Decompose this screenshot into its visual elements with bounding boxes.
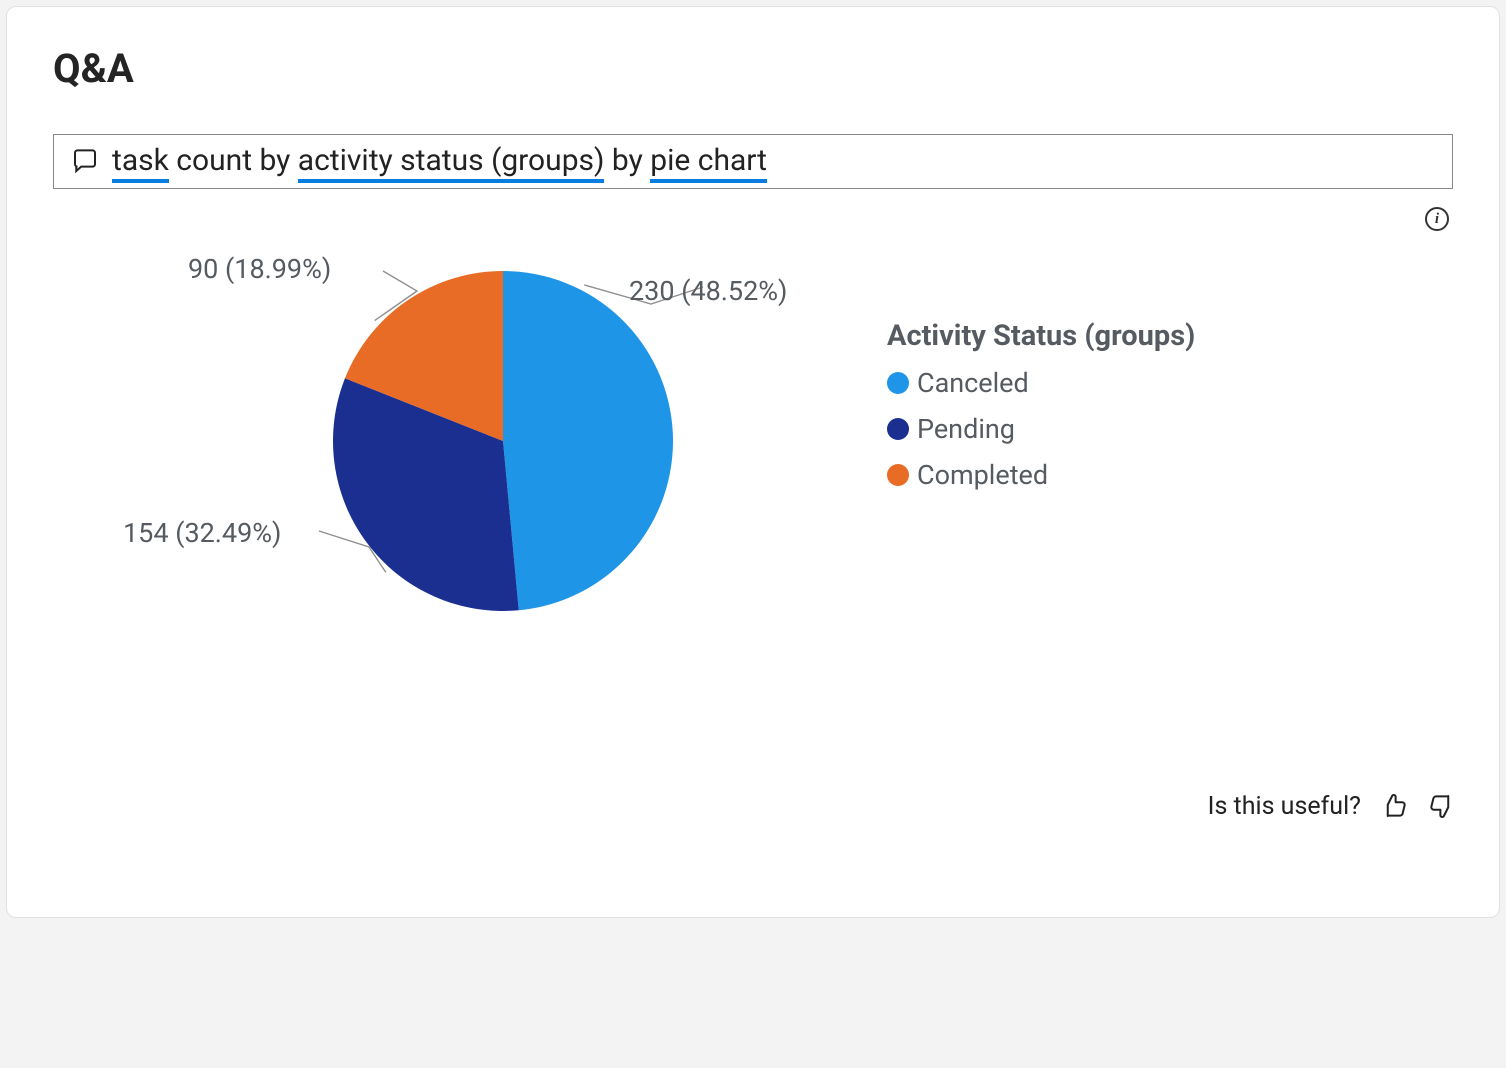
qa-token-task: task: [112, 143, 169, 183]
feedback-bar: Is this useful?: [1208, 791, 1457, 821]
legend-swatch: [887, 464, 909, 486]
legend-label: Pending: [917, 413, 1015, 445]
qa-token-charttype: pie chart: [650, 143, 767, 183]
slice-label-completed: 90 (18.99%): [188, 253, 331, 285]
legend-swatch: [887, 372, 909, 394]
pie-chart: 230 (48.52%) 154 (32.49%) 90 (18.99%) Ac…: [53, 231, 1453, 691]
chat-icon: [70, 146, 100, 176]
pie-slice-canceled[interactable]: [503, 271, 673, 610]
legend: Activity Status (groups) Canceled Pending…: [887, 319, 1195, 505]
legend-swatch: [887, 418, 909, 440]
thumbs-down-button[interactable]: [1427, 791, 1457, 821]
qa-query-input[interactable]: task count by activity status (groups) b…: [53, 134, 1453, 189]
qa-query-text: task count by activity status (groups) b…: [112, 143, 767, 178]
qa-token-group: activity status (groups): [298, 143, 605, 183]
legend-item-completed[interactable]: Completed: [887, 459, 1195, 491]
thumbs-up-button[interactable]: [1379, 791, 1409, 821]
page-title: Q&A: [53, 45, 1453, 92]
legend-item-pending[interactable]: Pending: [887, 413, 1195, 445]
legend-label: Completed: [917, 459, 1048, 491]
feedback-prompt: Is this useful?: [1208, 792, 1361, 821]
legend-title: Activity Status (groups): [887, 319, 1195, 353]
slice-label-canceled: 230 (48.52%): [629, 275, 787, 307]
legend-item-canceled[interactable]: Canceled: [887, 367, 1195, 399]
info-icon[interactable]: i: [1425, 207, 1449, 231]
slice-label-pending: 154 (32.49%): [123, 517, 281, 549]
legend-label: Canceled: [917, 367, 1029, 399]
qa-card: Q&A task count by activity status (group…: [6, 6, 1500, 918]
